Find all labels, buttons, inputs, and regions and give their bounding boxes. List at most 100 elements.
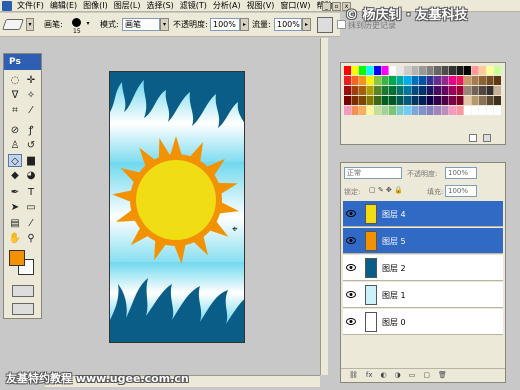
pen-tool-icon[interactable]: ✒ [8, 186, 22, 199]
swatch-cell[interactable] [434, 86, 441, 95]
swatch-cell[interactable] [366, 106, 374, 115]
swatch-cell[interactable] [449, 106, 456, 115]
swatch-cell[interactable] [366, 66, 374, 75]
swatch-cell[interactable] [411, 66, 419, 75]
tool-preset-dropdown[interactable]: ▾ [26, 18, 34, 31]
lasso-tool-icon[interactable]: ᐁ [8, 89, 22, 102]
blend-mode-select[interactable]: 正常 [344, 167, 402, 179]
layer-mask-icon[interactable]: ◐ [381, 369, 387, 382]
swatch-cell[interactable] [441, 86, 449, 95]
swatch-cell[interactable] [486, 66, 494, 75]
opacity-dropdown-arrow[interactable]: ▸ [240, 18, 249, 31]
menu-layer[interactable]: 图层(L) [114, 1, 141, 11]
swatch-cell[interactable] [494, 96, 501, 105]
visibility-eye-icon[interactable] [346, 210, 356, 217]
swatch-cell[interactable] [404, 106, 411, 115]
marquee-tool-icon[interactable]: ◌ [8, 74, 22, 87]
swatch-cell[interactable] [479, 106, 486, 115]
swatch-cell[interactable] [456, 76, 464, 85]
swatch-cell[interactable] [404, 96, 411, 105]
swatch-cell[interactable] [479, 66, 486, 75]
airbrush-icon[interactable] [317, 17, 333, 33]
hand-tool-icon[interactable]: ✋ [8, 232, 22, 245]
swatch-cell[interactable] [486, 86, 494, 95]
visibility-eye-icon[interactable] [346, 264, 356, 271]
quick-mask-button[interactable] [12, 285, 34, 297]
new-layer-icon[interactable]: ▢ [423, 369, 430, 382]
clone-stamp-tool-icon[interactable]: ♙ [8, 139, 22, 152]
swatch-cell[interactable] [471, 66, 479, 75]
swatch-cell[interactable] [344, 106, 351, 115]
swatch-cell[interactable] [464, 96, 471, 105]
swatch-cell[interactable] [389, 96, 396, 105]
swatch-cell[interactable] [381, 66, 389, 75]
swatch-cell[interactable] [479, 96, 486, 105]
swatch-cell[interactable] [381, 96, 389, 105]
swatch-cell[interactable] [344, 66, 351, 75]
layer-row[interactable]: 图层 5 [343, 228, 503, 254]
screen-mode-button[interactable] [12, 303, 34, 315]
swatch-cell[interactable] [359, 66, 366, 75]
swatch-cell[interactable] [449, 66, 456, 75]
lock-icons[interactable]: ▢ ✎ ✥ 🔒 [369, 186, 403, 194]
swatch-cell[interactable] [396, 76, 404, 85]
swatch-cell[interactable] [426, 76, 434, 85]
swatch-cell[interactable] [471, 86, 479, 95]
swatch-cell[interactable] [449, 76, 456, 85]
dodge-tool-icon[interactable]: ◕ [24, 169, 38, 182]
mode-select[interactable]: 画笔 [122, 18, 160, 31]
swatch-cell[interactable] [351, 76, 359, 85]
delete-layer-icon[interactable]: 🗑 [438, 369, 447, 382]
swatch-cell[interactable] [479, 86, 486, 95]
swatch-cell[interactable] [351, 96, 359, 105]
swatch-cell[interactable] [396, 106, 404, 115]
swatch-cell[interactable] [471, 96, 479, 105]
eraser-tool-icon[interactable]: ◇ [8, 154, 22, 167]
document-canvas[interactable] [109, 71, 245, 343]
mode-dropdown-arrow[interactable]: ▾ [160, 18, 169, 31]
swatch-cell[interactable] [404, 86, 411, 95]
swatch-cell[interactable] [396, 86, 404, 95]
swatch-cell[interactable] [344, 96, 351, 105]
swatch-cell[interactable] [441, 96, 449, 105]
swatch-cell[interactable] [374, 96, 381, 105]
swatch-cell[interactable] [366, 96, 374, 105]
eyedropper-tool-icon[interactable]: ⁄ [24, 217, 38, 230]
swatch-cell[interactable] [441, 66, 449, 75]
swatch-cell[interactable] [471, 76, 479, 85]
layer-style-icon[interactable]: fx [366, 369, 373, 382]
swatch-cell[interactable] [464, 106, 471, 115]
brush-dropdown-arrow[interactable]: ▾ [84, 18, 92, 31]
swatch-cell[interactable] [389, 76, 396, 85]
menu-analysis[interactable]: 分析(A) [213, 1, 241, 11]
swatch-cell[interactable] [434, 66, 441, 75]
visibility-eye-icon[interactable] [346, 318, 356, 325]
swatch-cell[interactable] [344, 76, 351, 85]
swatch-cell[interactable] [464, 66, 471, 75]
swatch-cell[interactable] [359, 86, 366, 95]
link-layers-icon[interactable]: ⛓ [349, 369, 358, 382]
menu-filter[interactable]: 滤镜(T) [180, 1, 207, 11]
menu-view[interactable]: 视图(V) [247, 1, 275, 11]
swatch-cell[interactable] [359, 96, 366, 105]
layer-row[interactable]: 图层 2 [343, 255, 503, 281]
swatch-cell[interactable] [389, 106, 396, 115]
brush-tool-icon[interactable]: ꝭ [24, 124, 38, 137]
swatch-cell[interactable] [404, 66, 411, 75]
swatch-cell[interactable] [494, 76, 501, 85]
swatch-cell[interactable] [351, 106, 359, 115]
menu-edit[interactable]: 编辑(E) [50, 1, 77, 11]
swatch-cell[interactable] [426, 86, 434, 95]
menu-file[interactable]: 文件(F) [17, 1, 44, 11]
vertical-scrollbar[interactable] [320, 38, 328, 375]
swatch-cell[interactable] [419, 86, 426, 95]
swatch-cell[interactable] [456, 86, 464, 95]
swatch-cell[interactable] [381, 106, 389, 115]
swatch-cell[interactable] [434, 96, 441, 105]
swatch-cell[interactable] [374, 86, 381, 95]
swatch-cell[interactable] [366, 76, 374, 85]
swatch-cell[interactable] [434, 106, 441, 115]
swatch-cell[interactable] [449, 86, 456, 95]
swatch-cell[interactable] [494, 106, 501, 115]
opacity-field[interactable]: 100% [210, 18, 240, 31]
